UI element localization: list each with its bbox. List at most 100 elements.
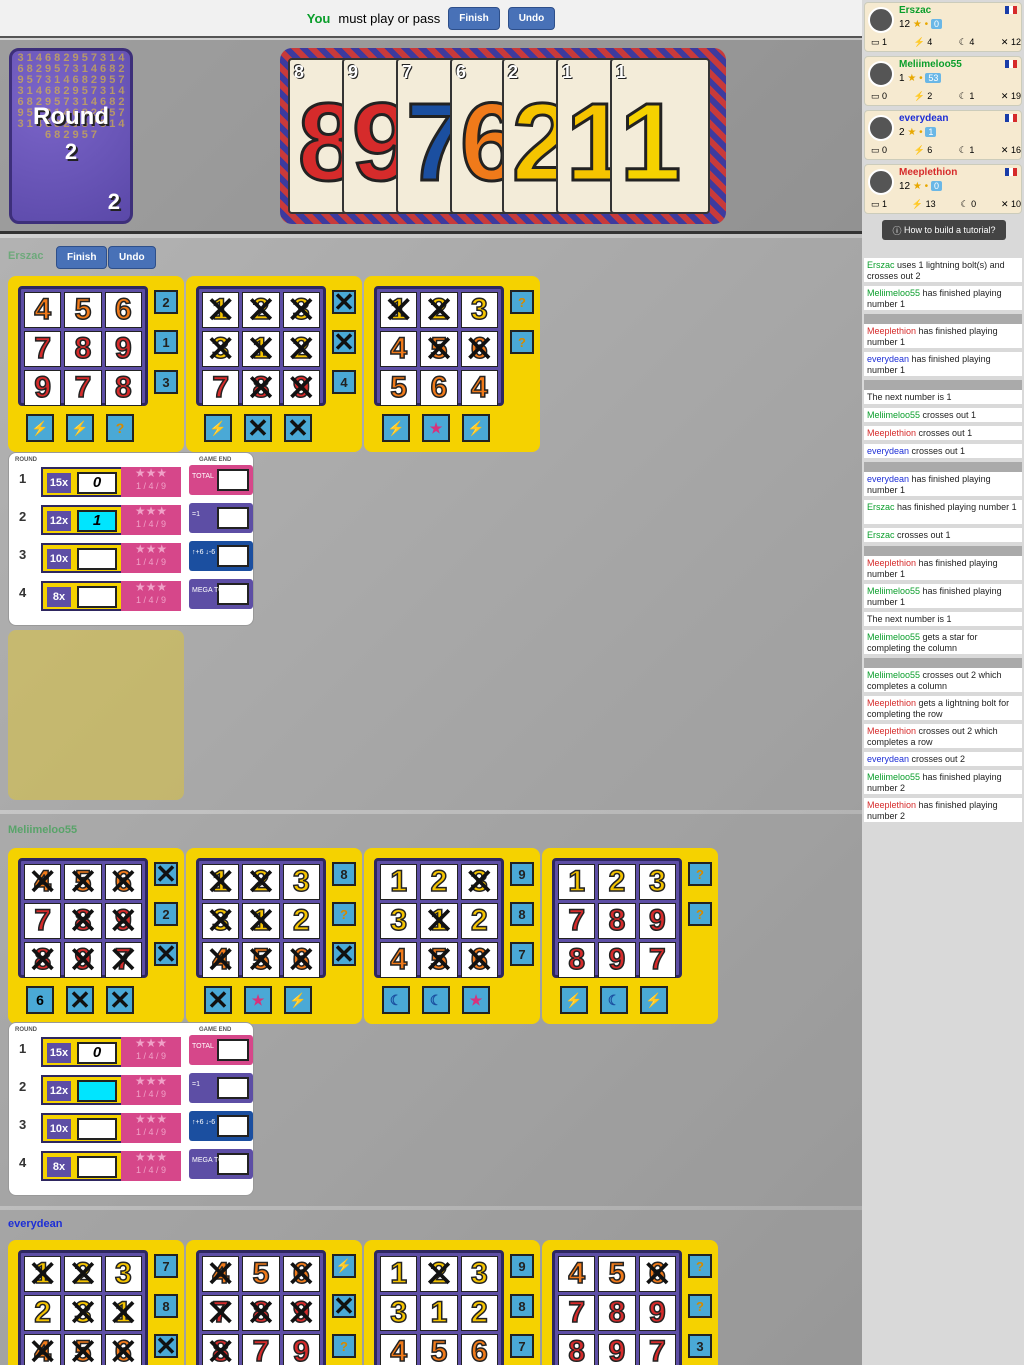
number-cell[interactable]: 5: [64, 1334, 102, 1365]
number-cell[interactable]: 2: [282, 331, 320, 367]
number-cell[interactable]: 4: [558, 1256, 596, 1292]
number-cell[interactable]: 1: [104, 1295, 142, 1331]
number-cell[interactable]: 4: [202, 942, 240, 978]
number-cell[interactable]: 8: [558, 1334, 596, 1365]
player-name[interactable]: Erszac: [899, 5, 931, 16]
number-cell[interactable]: 7: [104, 942, 142, 978]
number-cell[interactable]: 2: [460, 903, 498, 939]
number-cell[interactable]: 3: [282, 864, 320, 900]
number-cell[interactable]: 5: [380, 370, 418, 406]
number-cell[interactable]: 2: [420, 1256, 458, 1292]
number-cell[interactable]: 6: [104, 1334, 142, 1365]
log-player[interactable]: Meliimeloo55: [867, 772, 920, 782]
number-cell[interactable]: 6: [282, 942, 320, 978]
number-cell[interactable]: 4: [380, 942, 418, 978]
log-player[interactable]: Meeplethion: [867, 726, 916, 736]
number-cell[interactable]: 7: [24, 903, 62, 939]
number-cell[interactable]: 1: [420, 903, 458, 939]
undo-button[interactable]: Undo: [507, 6, 556, 30]
number-cell[interactable]: 5: [420, 331, 458, 367]
number-cell[interactable]: 4: [24, 292, 62, 328]
score-box[interactable]: 0: [77, 1042, 117, 1064]
number-cell[interactable]: 4: [460, 370, 498, 406]
number-cell[interactable]: 9: [104, 331, 142, 367]
number-cell[interactable]: 8: [202, 1334, 240, 1365]
number-cell[interactable]: 2: [24, 1295, 62, 1331]
score-box[interactable]: [77, 586, 117, 608]
number-cell[interactable]: 2: [598, 864, 636, 900]
number-cell[interactable]: 5: [420, 942, 458, 978]
score-box[interactable]: 0: [77, 472, 117, 494]
end-score-box[interactable]: [217, 469, 249, 491]
end-score-box[interactable]: [217, 1039, 249, 1061]
number-cell[interactable]: 3: [638, 864, 676, 900]
number-cell[interactable]: 7: [24, 331, 62, 367]
number-cell[interactable]: 1: [420, 1295, 458, 1331]
log-player[interactable]: everydean: [867, 474, 909, 484]
number-cell[interactable]: 9: [64, 942, 102, 978]
number-cell[interactable]: 8: [24, 942, 62, 978]
number-cell[interactable]: 1: [24, 1256, 62, 1292]
number-cell[interactable]: 4: [380, 331, 418, 367]
number-cell[interactable]: 8: [242, 1295, 280, 1331]
number-cell[interactable]: 6: [460, 1334, 498, 1365]
player-name[interactable]: Meliimeloo55: [899, 59, 962, 70]
number-cell[interactable]: 3: [104, 1256, 142, 1292]
number-cell[interactable]: 7: [202, 370, 240, 406]
number-cell[interactable]: 6: [460, 331, 498, 367]
number-cell[interactable]: 3: [202, 903, 240, 939]
number-cell[interactable]: 9: [282, 1295, 320, 1331]
finish-button[interactable]: Finish: [448, 6, 500, 30]
number-cell[interactable]: 3: [202, 331, 240, 367]
log-player[interactable]: everydean: [867, 446, 909, 456]
log-player[interactable]: everydean: [867, 354, 909, 364]
tutorial-button[interactable]: ⓘ How to build a tutorial?: [882, 220, 1006, 240]
score-box[interactable]: 1: [77, 510, 117, 532]
log-player[interactable]: Meliimeloo55: [867, 632, 920, 642]
number-cell[interactable]: 6: [420, 370, 458, 406]
number-cell[interactable]: 8: [64, 331, 102, 367]
number-cell[interactable]: 3: [460, 292, 498, 328]
number-cell[interactable]: 8: [64, 903, 102, 939]
number-cell[interactable]: 1: [242, 331, 280, 367]
number-cell[interactable]: 9: [104, 903, 142, 939]
log-player[interactable]: Meliimeloo55: [867, 288, 920, 298]
number-cell[interactable]: 7: [638, 942, 676, 978]
number-cell[interactable]: 4: [380, 1334, 418, 1365]
finish-button-2[interactable]: Finish: [56, 246, 108, 269]
end-score-box[interactable]: [217, 1115, 249, 1137]
number-cell[interactable]: 1: [380, 292, 418, 328]
number-cell[interactable]: 7: [202, 1295, 240, 1331]
number-cell[interactable]: 9: [638, 903, 676, 939]
number-cell[interactable]: 7: [64, 370, 102, 406]
log-player[interactable]: Erszac: [867, 530, 895, 540]
number-cell[interactable]: 7: [558, 1295, 596, 1331]
score-box[interactable]: [77, 1080, 117, 1102]
log-player[interactable]: Meeplethion: [867, 558, 916, 568]
undo-button-2[interactable]: Undo: [108, 246, 156, 269]
number-cell[interactable]: 4: [24, 864, 62, 900]
log-player[interactable]: Meeplethion: [867, 800, 916, 810]
number-cell[interactable]: 4: [202, 1256, 240, 1292]
number-cell[interactable]: 5: [242, 1256, 280, 1292]
number-cell[interactable]: 5: [64, 292, 102, 328]
log-player[interactable]: Meeplethion: [867, 428, 916, 438]
number-cell[interactable]: 5: [242, 942, 280, 978]
log-player[interactable]: Meeplethion: [867, 326, 916, 336]
number-cell[interactable]: 9: [282, 370, 320, 406]
log-player[interactable]: Erszac: [867, 260, 895, 270]
log-player[interactable]: everydean: [867, 754, 909, 764]
number-cell[interactable]: 9: [24, 370, 62, 406]
end-score-box[interactable]: [217, 545, 249, 567]
player-name[interactable]: everydean: [899, 113, 948, 124]
number-cell[interactable]: 8: [242, 370, 280, 406]
number-cell[interactable]: 1: [202, 864, 240, 900]
number-cell[interactable]: 2: [242, 292, 280, 328]
number-cell[interactable]: 4: [24, 1334, 62, 1365]
number-cell[interactable]: 9: [638, 1295, 676, 1331]
number-cell[interactable]: 7: [638, 1334, 676, 1365]
log-player[interactable]: Meliimeloo55: [867, 586, 920, 596]
number-cell[interactable]: 3: [380, 903, 418, 939]
number-cell[interactable]: 8: [104, 370, 142, 406]
number-cell[interactable]: 6: [460, 942, 498, 978]
